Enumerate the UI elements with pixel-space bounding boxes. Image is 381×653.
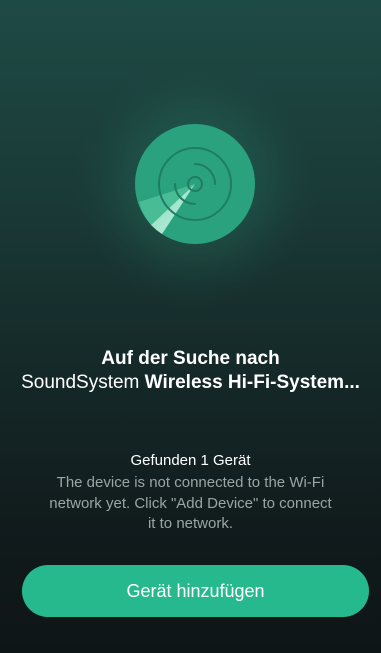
device-search-screen: Auf der Suche nach SoundSystem Wireless … bbox=[0, 0, 381, 653]
product-name: Wireless Hi-Fi-System... bbox=[144, 372, 360, 393]
search-title: Auf der Suche nach SoundSystem Wireless … bbox=[20, 347, 361, 395]
found-count: Gefunden 1 Gerät bbox=[130, 452, 251, 469]
search-line-1: Auf der Suche nach bbox=[101, 348, 280, 369]
search-line-2: SoundSystem Wireless Hi-Fi-System... bbox=[20, 371, 361, 395]
brand-name: SoundSystem bbox=[21, 372, 140, 393]
add-device-button[interactable]: Gerät hinzufügen bbox=[22, 565, 369, 617]
connection-hint: The device is not connected to the Wi-Fi… bbox=[49, 474, 332, 532]
radar-disc-icon bbox=[71, 60, 319, 308]
